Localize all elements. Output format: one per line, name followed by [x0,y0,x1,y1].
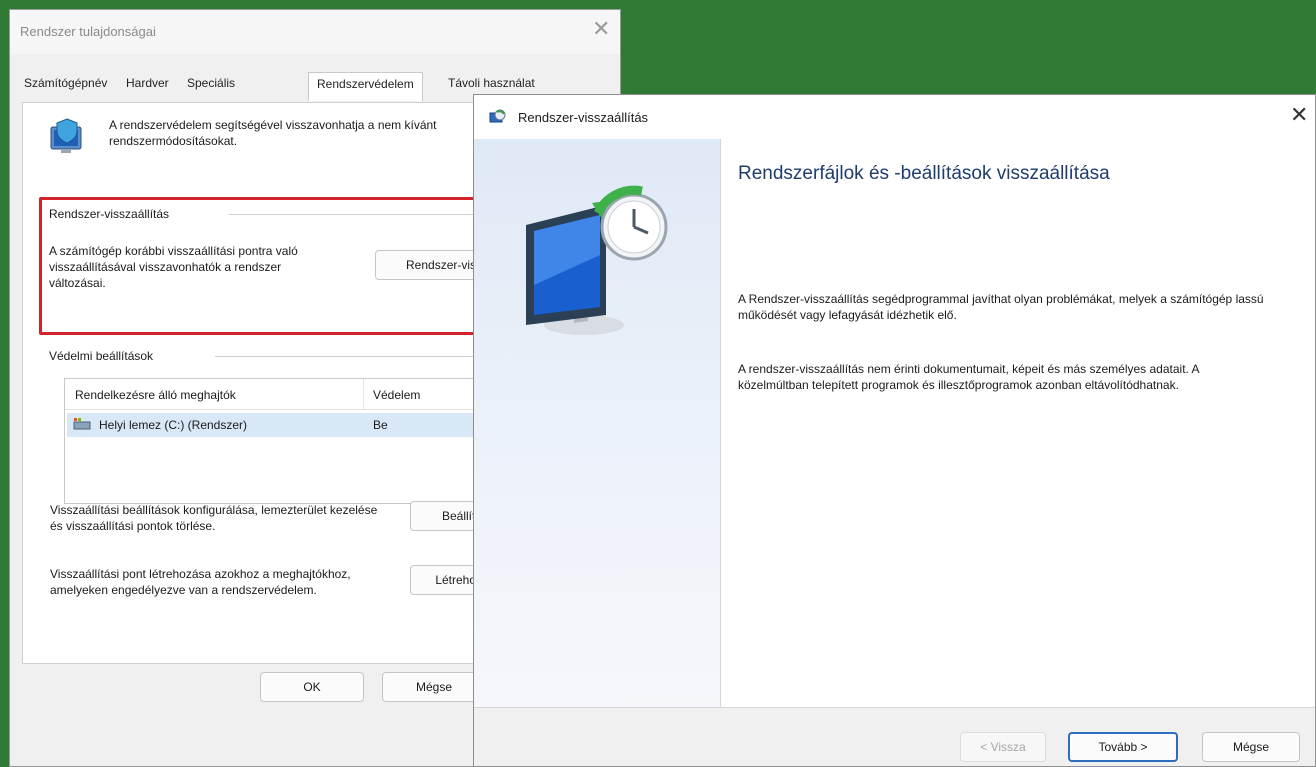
restore-description: A számítógép korábbi visszaállítási pont… [49,244,298,290]
drive-icon [73,418,91,430]
create-description: Visszaállítási pont létrehozása azokhoz … [50,567,351,597]
cancel-button[interactable]: Mégse [1202,732,1300,762]
table-row[interactable]: Helyi lemez (C:) (Rendszer) Be [67,413,493,437]
page-title: Rendszerfájlok és -beállítások visszaáll… [738,163,1110,184]
ok-button[interactable]: OK [260,672,364,702]
drive-name: Helyi lemez (C:) (Rendszer) [99,418,248,432]
tab-computer-name[interactable]: Számítógépnév [24,76,107,90]
table-header: Rendelkezésre álló meghajtók Védelem [65,379,495,410]
drive-protection: Be [373,418,388,432]
restore-group-title: Rendszer-visszaállítás [49,207,176,221]
system-restore-icon [489,109,506,123]
tab-remote[interactable]: Távoli használat [448,76,535,90]
window-title: Rendszer tulajdonságai [20,24,156,39]
system-properties-titlebar: Rendszer tulajdonságai ✕ [10,10,620,54]
configure-description: Visszaállítási beállítások konfigurálása… [50,503,378,533]
column-header-protection[interactable]: Védelem [373,388,420,402]
description-paragraph: A rendszer-visszaállítás nem érinti doku… [738,362,1199,392]
system-restore-window: Rendszer-visszaállítás ✕ Rendszerfájlok … [473,94,1316,767]
close-icon[interactable]: ✕ [1290,104,1308,126]
side-panel [474,139,721,707]
tab-hardware[interactable]: Hardver [126,76,169,90]
group-divider [215,356,495,357]
tab-system-protection[interactable]: Rendszervédelem [308,72,423,101]
drives-table: Rendelkezésre álló meghajtók Védelem Hel… [64,378,496,504]
intro-text: A rendszervédelem segítségével visszavon… [109,118,437,148]
cancel-button[interactable]: Mégse [382,672,486,702]
protection-group-title: Védelmi beállítások [49,349,160,363]
tab-advanced[interactable]: Speciális [187,76,235,90]
monitor-clock-icon [526,185,668,335]
group-divider [229,214,479,215]
description-paragraph: A Rendszer-visszaállítás segédprogrammal… [738,292,1264,322]
window-title: Rendszer-visszaállítás [518,110,649,125]
column-separator [363,379,364,409]
close-icon[interactable]: ✕ [592,18,610,40]
back-button[interactable]: < Vissza [960,732,1046,762]
next-button[interactable]: Tovább > [1068,732,1178,762]
system-protection-icon [50,118,82,153]
column-header-drives[interactable]: Rendelkezésre álló meghajtók [75,388,236,402]
wizard-footer: < Vissza Tovább > Mégse [474,707,1315,766]
system-restore-titlebar: Rendszer-visszaállítás ✕ [474,95,1315,139]
